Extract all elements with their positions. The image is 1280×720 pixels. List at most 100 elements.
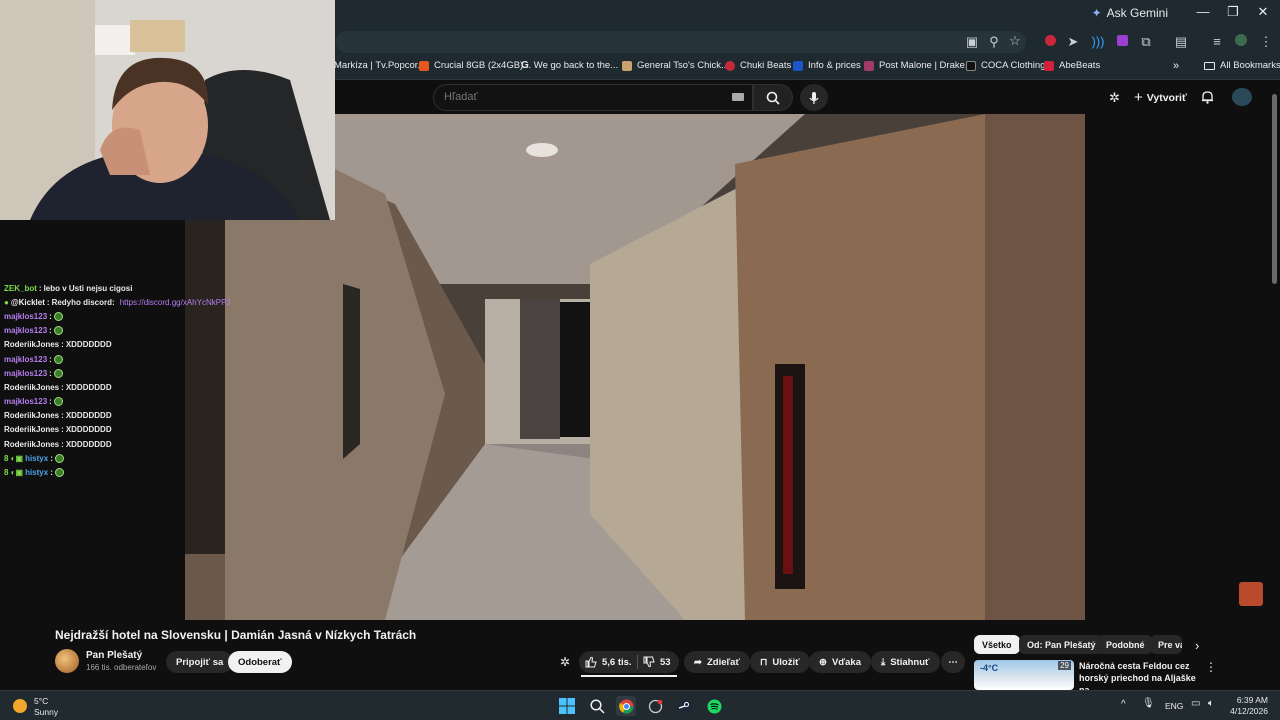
network-icon[interactable]: ▭ (1191, 698, 1200, 709)
create-button[interactable]: + Vytvoriť (1134, 89, 1187, 106)
chat-username[interactable]: RoderiikJones (4, 411, 59, 420)
chat-username[interactable]: @Kicklet (11, 298, 45, 307)
keyboard-icon[interactable] (732, 93, 744, 101)
dislike-button[interactable]: 53 (643, 651, 671, 673)
weather-temperature[interactable]: 5°C (34, 696, 48, 706)
extension-gear-icon[interactable]: ✲ (560, 655, 570, 669)
chip-for-you[interactable]: Pre vás (1150, 635, 1182, 654)
chat-text: Redyho discord: (51, 297, 115, 307)
spotify-icon[interactable] (704, 696, 724, 716)
chat-username[interactable]: histyx (25, 468, 48, 477)
bookmark-item[interactable]: Post Malone | Drake... (864, 60, 973, 71)
chat-username[interactable]: majklos123 (4, 312, 47, 321)
chat-emote-icon (53, 326, 63, 336)
extension-audio-icon[interactable]: ))) (1090, 34, 1106, 49)
bookmark-item[interactable]: COCA Clothing (966, 60, 1045, 71)
volume-icon[interactable]: 🔈︎ (1208, 698, 1214, 709)
save-button[interactable]: ⊓ Uložiť (750, 651, 810, 673)
channel-avatar[interactable] (55, 649, 79, 673)
more-actions-button[interactable]: ⋯ (941, 651, 965, 673)
extension-gear-icon[interactable]: ✲ (1109, 90, 1120, 106)
bookmark-item[interactable]: AbeBeats (1044, 60, 1100, 71)
chat-username[interactable]: majklos123 (4, 369, 47, 378)
bookmark-item[interactable]: Markíza | Tv.Popcor... (334, 60, 425, 71)
chat-badge: ● (4, 297, 9, 307)
chat-username[interactable]: majklos123 (4, 326, 47, 335)
restore-button[interactable]: ❐ (1218, 4, 1248, 20)
recommended-thumbnail[interactable]: -4°C 29 (974, 660, 1074, 690)
profile-avatar-icon[interactable] (1233, 34, 1249, 49)
chat-username[interactable]: RoderiikJones (4, 425, 59, 434)
subscribe-button[interactable]: Odoberať (228, 651, 292, 673)
chat-link[interactable]: https://discord.gg/xAhYcNkPPJ (120, 298, 231, 307)
thanks-button[interactable]: ⊕ Vďaka (809, 651, 871, 673)
chat-username[interactable]: RoderiikJones (4, 383, 59, 392)
bookmark-star-icon[interactable]: ☆ (1007, 33, 1023, 49)
reading-list-icon[interactable]: ≡ (1209, 34, 1225, 49)
clock-time[interactable]: 6:39 AM (1236, 695, 1268, 705)
bookmark-item[interactable]: Info & prices (793, 60, 861, 71)
language-indicator[interactable]: ENG (1165, 701, 1183, 711)
like-button[interactable]: 5,6 tis. (585, 651, 632, 673)
steam-icon[interactable] (674, 696, 694, 716)
chat-separator: : (61, 411, 64, 421)
windows-start-icon[interactable] (557, 696, 577, 716)
recommended-more-icon[interactable]: ⋮ (1205, 660, 1217, 674)
more-bookmarks-chevron-icon[interactable]: » (1173, 60, 1179, 72)
tray-mic-icon[interactable]: 🎙︎ (1142, 698, 1155, 709)
bookmark-item[interactable]: Chuki Beats (725, 60, 791, 71)
extensions-puzzle-icon[interactable]: ⧉ (1138, 34, 1154, 50)
chip-all[interactable]: Všetko (974, 635, 1020, 654)
voice-search-button[interactable] (800, 84, 828, 111)
chat-username[interactable]: majklos123 (4, 397, 47, 406)
chat-text: XDDDDDDD (65, 340, 112, 350)
tray-overflow-chevron-icon[interactable]: ^ (1121, 699, 1126, 710)
chat-separator: : (61, 340, 64, 350)
chat-username[interactable]: RoderiikJones (4, 340, 59, 349)
minimize-button[interactable]: — (1188, 4, 1218, 19)
bookmark-item[interactable]: General Tso's Chick... (622, 60, 729, 71)
tab-search-icon[interactable]: ▤ (1173, 34, 1189, 50)
zoom-icon[interactable]: ⚲ (986, 34, 1002, 50)
all-bookmarks-button[interactable]: All Bookmarks (1204, 60, 1280, 71)
scrollbar-thumb[interactable] (1272, 94, 1277, 284)
chat-username[interactable]: histyx (25, 454, 48, 463)
extension-arrow-icon[interactable]: ➤ (1065, 34, 1081, 50)
search-button[interactable] (753, 84, 793, 111)
bookmark-item[interactable]: G We go back to the... (521, 60, 618, 71)
extension-red-icon[interactable] (1042, 34, 1058, 49)
page-scrollbar[interactable] (1271, 84, 1278, 284)
cast-icon[interactable]: ▣ (964, 34, 980, 50)
chat-message: majklos123 : (0, 324, 185, 338)
close-button[interactable]: ✕ (1248, 4, 1278, 20)
chrome-icon[interactable] (616, 696, 636, 716)
chat-username[interactable]: ZEK_bot (4, 284, 37, 293)
chat-username[interactable]: RoderiikJones (4, 440, 59, 449)
chat-message: majklos123 : (0, 366, 185, 380)
browser-menu-icon[interactable]: ⋮ (1258, 34, 1274, 50)
chip-from-channel[interactable]: Od: Pan Plešatý (1019, 635, 1104, 654)
thumbnail-badge: 29 (1058, 661, 1071, 670)
join-button[interactable]: Pripojiť sa (166, 651, 234, 673)
channel-name[interactable]: Pan Plešatý (86, 650, 142, 661)
chip-related[interactable]: Podobné (1098, 635, 1153, 654)
app-overlay-icon[interactable] (645, 696, 665, 716)
extension-purple-icon[interactable] (1114, 34, 1130, 49)
bell-icon[interactable] (1201, 90, 1214, 104)
weather-condition[interactable]: Sunny (34, 707, 58, 717)
taskbar-search-icon[interactable] (587, 696, 607, 716)
chat-separator: : (50, 453, 53, 463)
share-button[interactable]: ➦ Zdieľať (684, 651, 750, 673)
search-input[interactable] (444, 91, 724, 103)
clock-date[interactable]: 4/12/2026 (1227, 706, 1268, 716)
bookmark-favicon (966, 60, 976, 71)
chat-separator: : (50, 468, 53, 478)
chips-next-chevron-icon[interactable]: › (1195, 638, 1199, 653)
floating-extension-avatar[interactable] (1239, 582, 1263, 606)
bookmark-item[interactable]: Crucial 8GB (2x4GB)... (419, 60, 531, 71)
download-button[interactable]: ⤓ Stiahnuť (871, 651, 940, 673)
user-avatar[interactable] (1232, 88, 1252, 106)
ask-gemini-button[interactable]: ✦ Ask Gemini (1092, 6, 1168, 20)
chat-username[interactable]: majklos123 (4, 355, 47, 364)
address-bar[interactable]: ▣ ⚲ ☆ (336, 31, 1026, 53)
